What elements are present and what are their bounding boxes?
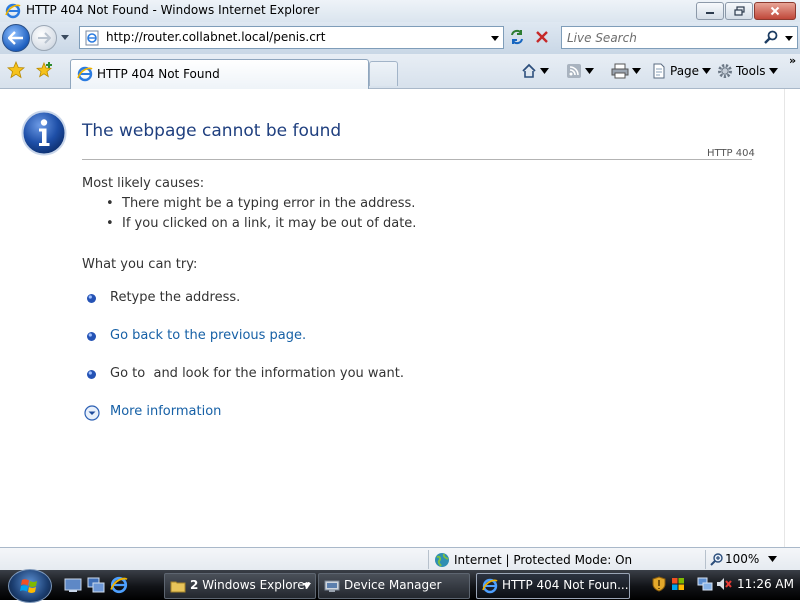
vertical-scrollbar[interactable] <box>784 89 800 547</box>
windows-flag-tray-icon[interactable] <box>670 576 686 592</box>
stop-x-icon <box>536 30 548 43</box>
tab-command-bar: HTTP 404 Not Found Page Tools » <box>0 54 800 89</box>
ie-page-icon <box>84 30 100 46</box>
ie-tab-icon <box>77 66 93 82</box>
title-divider <box>82 159 752 160</box>
tools-dropdown-icon <box>768 68 778 74</box>
home-icon <box>522 63 536 78</box>
address-field[interactable]: http://router.collabnet.local/penis.crt <box>79 26 504 49</box>
recent-pages-dropdown[interactable] <box>60 31 70 43</box>
info-icon <box>21 110 67 156</box>
url-text: http://router.collabnet.local/penis.crt <box>106 30 326 44</box>
tab-label: HTTP 404 Not Found <box>97 67 220 81</box>
network-icon[interactable] <box>697 576 713 592</box>
http-status-code: HTTP 404 <box>707 148 755 159</box>
window-count: 2 <box>190 578 199 592</box>
status-divider <box>705 550 706 569</box>
address-dropdown[interactable] <box>490 32 500 42</box>
taskbar-device-manager[interactable]: Device Manager <box>318 573 470 599</box>
taskbar-ie-window[interactable]: HTTP 404 Not Foun... <box>476 573 630 599</box>
device-manager-icon <box>324 578 340 594</box>
clock[interactable]: 11:26 AM <box>737 577 794 591</box>
page-content: The webpage cannot be found HTTP 404 Mos… <box>0 89 784 547</box>
try-item-text: Retype the address. <box>110 290 241 305</box>
group-dropdown-icon <box>303 583 311 589</box>
page-menu-label: Page <box>670 64 700 78</box>
show-desktop-icon[interactable] <box>64 576 82 594</box>
close-button[interactable] <box>754 2 796 20</box>
compatibility-button[interactable] <box>506 26 528 47</box>
maximize-button[interactable] <box>725 2 753 20</box>
page-menu-button[interactable]: Page <box>651 60 712 82</box>
page-dropdown-icon <box>702 68 712 74</box>
rss-feed-icon <box>567 64 581 78</box>
zoom-dropdown-icon[interactable] <box>768 556 777 562</box>
zoom-magnifier-icon <box>710 552 724 566</box>
tools-menu-button[interactable]: Tools <box>717 60 778 82</box>
add-favorites-icon[interactable] <box>35 61 54 79</box>
forward-arrow-icon <box>38 32 51 44</box>
minimize-button[interactable] <box>696 2 724 20</box>
taskbar-windows-explorer[interactable]: 2 Windows Explorer <box>164 573 316 599</box>
forward-button[interactable] <box>31 25 57 51</box>
feeds-dropdown-icon[interactable] <box>585 68 594 74</box>
ie-taskbar-icon <box>482 578 498 594</box>
ie-icon <box>5 3 21 19</box>
print-dropdown-icon[interactable] <box>632 68 641 74</box>
taskbar: 2 Windows Explorer Device Manager HTTP 4… <box>0 569 800 603</box>
try-heading: What you can try: <box>82 257 198 272</box>
cause-item: There might be a typing error in the add… <box>106 196 415 211</box>
folder-icon <box>170 578 186 594</box>
toolbar-overflow-chevron-icon[interactable]: » <box>785 54 800 88</box>
feeds-button[interactable] <box>566 60 594 82</box>
refresh-arrows-icon <box>511 29 523 44</box>
internet-globe-icon <box>434 552 450 568</box>
internet-explorer-quicklaunch-icon[interactable] <box>110 576 128 594</box>
taskbar-label: Device Manager <box>344 578 442 592</box>
address-toolbar: http://router.collabnet.local/penis.crt <box>0 22 800 54</box>
try-item-text: Go to and look for the information you w… <box>110 366 404 381</box>
tools-menu-label: Tools <box>736 64 766 78</box>
switch-windows-icon[interactable] <box>87 576 105 594</box>
security-shield-icon[interactable] <box>651 576 667 592</box>
blue-bullet-icon <box>86 293 97 304</box>
new-tab-button[interactable] <box>369 61 398 86</box>
security-zone-text[interactable]: Internet | Protected Mode: On <box>454 553 632 567</box>
start-button[interactable] <box>8 569 52 603</box>
back-arrow-icon <box>8 31 23 45</box>
windows-logo-icon <box>20 579 37 593</box>
blue-bullet-icon <box>86 331 97 342</box>
go-back-link[interactable]: Go back to the previous page. <box>110 328 306 343</box>
taskbar-label: HTTP 404 Not Foun... <box>502 578 629 592</box>
home-dropdown-icon[interactable] <box>540 68 549 74</box>
search-box[interactable] <box>561 26 798 49</box>
search-icon[interactable] <box>763 29 779 45</box>
error-title: The webpage cannot be found <box>82 121 342 141</box>
causes-heading: Most likely causes: <box>82 176 205 191</box>
window-title: HTTP 404 Not Found - Windows Internet Ex… <box>26 3 320 17</box>
home-button[interactable] <box>521 60 549 82</box>
cause-item: If you clicked on a link, it may be out … <box>106 216 416 231</box>
search-input[interactable] <box>565 28 759 47</box>
search-dropdown[interactable] <box>784 32 794 42</box>
zoom-level[interactable]: 100% <box>725 552 759 566</box>
status-divider <box>428 550 429 569</box>
favorites-center-icon[interactable] <box>6 60 26 79</box>
page-icon <box>653 63 665 79</box>
status-bar: Internet | Protected Mode: On 100% <box>0 547 800 571</box>
gear-icon <box>718 64 732 78</box>
print-button[interactable] <box>611 60 641 82</box>
back-button[interactable] <box>2 24 30 52</box>
blue-bullet-icon <box>86 369 97 380</box>
tab-http-404[interactable]: HTTP 404 Not Found <box>70 59 369 89</box>
volume-muted-icon[interactable] <box>716 576 732 592</box>
expand-down-icon <box>84 405 100 421</box>
printer-icon <box>611 63 629 79</box>
more-information-link[interactable]: More information <box>110 404 221 419</box>
stop-button[interactable] <box>531 26 553 47</box>
system-tray: 11:26 AM <box>648 572 800 598</box>
taskbar-label: Windows Explorer <box>202 578 310 592</box>
title-bar: HTTP 404 Not Found - Windows Internet Ex… <box>0 0 800 23</box>
